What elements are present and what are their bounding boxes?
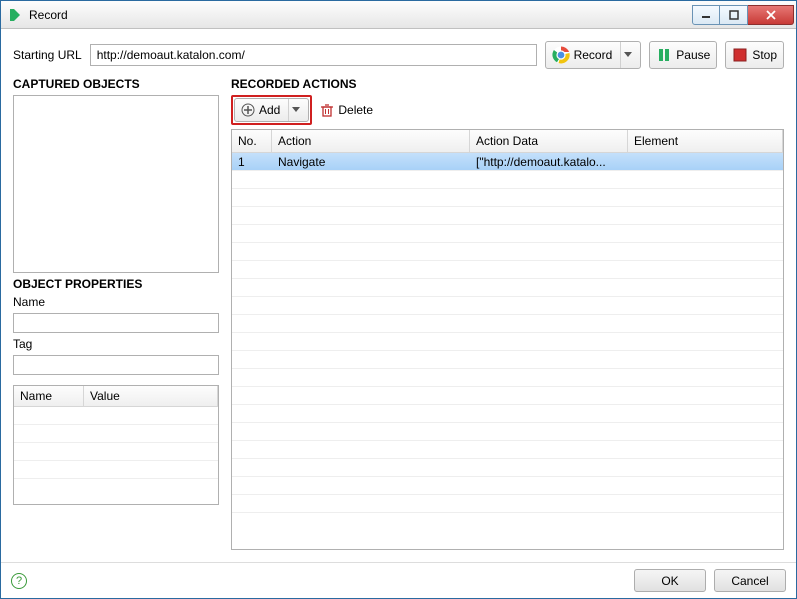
pause-icon bbox=[656, 47, 672, 63]
add-button[interactable]: Add bbox=[234, 98, 309, 122]
record-button[interactable]: Record bbox=[545, 41, 642, 69]
table-row[interactable] bbox=[14, 425, 218, 443]
record-dialog: Record Starting URL Record bbox=[0, 0, 797, 599]
table-row[interactable] bbox=[232, 405, 783, 423]
help-icon[interactable]: ? bbox=[11, 573, 27, 589]
add-label: Add bbox=[259, 103, 280, 117]
maximize-button[interactable] bbox=[720, 5, 748, 25]
cancel-button[interactable]: Cancel bbox=[714, 569, 786, 592]
titlebar: Record bbox=[1, 1, 796, 29]
table-row[interactable] bbox=[232, 423, 783, 441]
table-row[interactable] bbox=[232, 207, 783, 225]
tag-label: Tag bbox=[13, 337, 219, 351]
table-row[interactable] bbox=[232, 459, 783, 477]
table-row[interactable] bbox=[232, 243, 783, 261]
name-field[interactable] bbox=[13, 313, 219, 333]
pause-button[interactable]: Pause bbox=[649, 41, 717, 69]
tag-field[interactable] bbox=[13, 355, 219, 375]
close-button[interactable] bbox=[748, 5, 794, 25]
add-button-highlight: Add bbox=[231, 95, 312, 125]
delete-button[interactable]: Delete bbox=[320, 103, 373, 117]
window-title: Record bbox=[29, 8, 68, 22]
table-row[interactable] bbox=[232, 315, 783, 333]
table-row[interactable]: 1Navigate["http://demoaut.katalo... bbox=[232, 153, 783, 171]
app-icon bbox=[7, 7, 23, 23]
table-row[interactable] bbox=[232, 477, 783, 495]
prop-header-name[interactable]: Name bbox=[14, 386, 84, 407]
table-row[interactable] bbox=[232, 387, 783, 405]
captured-objects-title: CAPTURED OBJECTS bbox=[13, 77, 219, 91]
table-row[interactable] bbox=[232, 441, 783, 459]
trash-icon bbox=[320, 103, 334, 117]
record-dropdown[interactable] bbox=[620, 42, 634, 68]
chevron-down-icon bbox=[292, 107, 300, 113]
stop-button[interactable]: Stop bbox=[725, 41, 784, 69]
table-row[interactable] bbox=[232, 225, 783, 243]
table-row[interactable] bbox=[232, 495, 783, 513]
plus-circle-icon bbox=[241, 103, 255, 117]
table-row[interactable] bbox=[14, 461, 218, 479]
add-dropdown[interactable] bbox=[288, 99, 302, 121]
starting-url-input[interactable] bbox=[90, 44, 537, 66]
chrome-icon bbox=[552, 46, 570, 64]
prop-header-value[interactable]: Value bbox=[84, 386, 218, 407]
table-row[interactable] bbox=[232, 297, 783, 315]
minimize-button[interactable] bbox=[692, 5, 720, 25]
chevron-down-icon bbox=[624, 52, 632, 58]
record-label: Record bbox=[574, 48, 613, 62]
header-action[interactable]: Action bbox=[272, 130, 470, 152]
header-element[interactable]: Element bbox=[628, 130, 783, 152]
table-row[interactable] bbox=[14, 443, 218, 461]
header-action-data[interactable]: Action Data bbox=[470, 130, 628, 152]
actions-table: No. Action Action Data Element 1Navigate… bbox=[231, 129, 784, 550]
ok-button[interactable]: OK bbox=[634, 569, 706, 592]
delete-label: Delete bbox=[338, 103, 373, 117]
properties-table[interactable]: Name Value bbox=[13, 385, 219, 505]
starting-url-label: Starting URL bbox=[13, 48, 82, 62]
stop-icon bbox=[732, 47, 748, 63]
table-row[interactable] bbox=[232, 369, 783, 387]
table-row[interactable] bbox=[232, 279, 783, 297]
header-no[interactable]: No. bbox=[232, 130, 272, 152]
cell-action: Navigate bbox=[272, 155, 470, 169]
table-row[interactable] bbox=[232, 189, 783, 207]
table-row[interactable] bbox=[14, 407, 218, 425]
captured-objects-panel[interactable] bbox=[13, 95, 219, 273]
table-row[interactable] bbox=[232, 261, 783, 279]
table-row[interactable] bbox=[232, 333, 783, 351]
stop-label: Stop bbox=[752, 48, 777, 62]
pause-label: Pause bbox=[676, 48, 710, 62]
recorded-actions-title: RECORDED ACTIONS bbox=[231, 77, 784, 91]
cell-no: 1 bbox=[232, 155, 272, 169]
name-label: Name bbox=[13, 295, 219, 309]
object-properties-title: OBJECT PROPERTIES bbox=[13, 277, 219, 291]
table-row[interactable] bbox=[232, 351, 783, 369]
cell-action-data: ["http://demoaut.katalo... bbox=[470, 155, 628, 169]
table-row[interactable] bbox=[232, 171, 783, 189]
